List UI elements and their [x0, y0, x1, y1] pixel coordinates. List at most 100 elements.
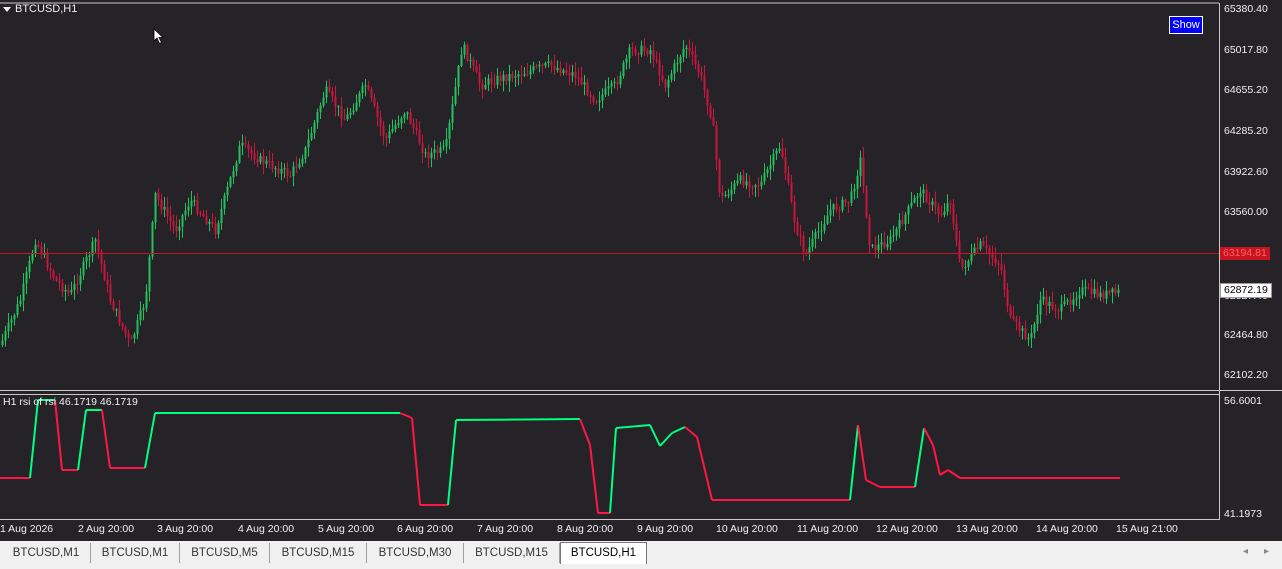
last-price-box: 62872.19 [1220, 283, 1272, 298]
price-tick: 64655.20 [1224, 84, 1268, 96]
candle-body [136, 320, 139, 335]
candle-body [484, 84, 487, 89]
candle-body [784, 157, 787, 173]
candle-body [871, 245, 874, 247]
candle-body [49, 267, 52, 272]
candle-body [154, 193, 157, 223]
candle-body [361, 85, 364, 93]
candle-body [139, 310, 142, 321]
candle-body [358, 92, 361, 103]
candle-body [865, 186, 868, 218]
candle-body [31, 253, 34, 261]
candle-body [310, 133, 313, 140]
candle-body [496, 75, 499, 85]
candle-body [376, 105, 379, 118]
candle-body [1072, 299, 1075, 305]
candle-body [412, 123, 415, 128]
symbol-label[interactable]: BTCUSD,H1 [3, 3, 77, 15]
candle-body [601, 94, 604, 101]
candle-body [652, 50, 655, 60]
candle-body [820, 230, 823, 232]
candle-body [568, 72, 571, 76]
candle-body [541, 64, 544, 66]
candle-body [355, 102, 358, 111]
tab-btcusd-m1[interactable]: BTCUSD,M1 [2, 543, 91, 563]
candle-body [223, 195, 226, 209]
candle-body [595, 101, 598, 103]
candle-body [28, 260, 31, 273]
candle-body [910, 202, 913, 207]
candle-body [406, 112, 409, 115]
candle-body [730, 189, 733, 195]
show-button[interactable]: Show [1169, 16, 1203, 34]
candle-body [388, 131, 391, 139]
candle-body [265, 160, 268, 164]
candle-body [262, 155, 265, 164]
candle-body [973, 247, 976, 254]
tab-btcusd-m5[interactable]: BTCUSD,M5 [180, 543, 270, 563]
candle-body [892, 235, 895, 237]
candle-body [268, 160, 271, 162]
candle-body [658, 59, 661, 76]
candle-body [352, 110, 355, 113]
time-tick: 15 Aug 21:00 [1116, 523, 1178, 535]
candle-body [664, 79, 667, 88]
candle-body [1027, 337, 1030, 340]
candle-body [523, 74, 526, 76]
candle-body [895, 228, 898, 236]
candle-body [238, 145, 241, 163]
candle-body [292, 166, 295, 177]
price-tick: 64285.20 [1224, 125, 1268, 137]
tab-btcusd-m15[interactable]: BTCUSD,M15 [270, 543, 367, 563]
candle-body [301, 158, 304, 164]
candle-body [280, 168, 283, 174]
candle-body [598, 100, 601, 103]
candle-body [874, 245, 877, 251]
candle-body [976, 247, 979, 249]
candle-body [259, 155, 262, 163]
candle-body [766, 169, 769, 174]
time-tick: 5 Aug 20:00 [318, 523, 375, 535]
tab-btcusd-m15[interactable]: BTCUSD,M15 [464, 543, 560, 563]
tab-btcusd-m1[interactable]: BTCUSD,M1 [91, 543, 180, 563]
candle-body [985, 244, 988, 248]
candle-body [250, 149, 253, 154]
tab-btcusd-h1[interactable]: BTCUSD,H1 [560, 542, 647, 564]
time-tick: 10 Aug 20:00 [716, 523, 778, 535]
triangle-down-icon[interactable] [3, 6, 11, 12]
candle-body [739, 175, 742, 181]
rsi-segment [923, 427, 934, 446]
candle-body [4, 331, 7, 341]
candle-body [1108, 290, 1111, 293]
candle-body [199, 213, 202, 215]
tab-btcusd-m30[interactable]: BTCUSD,M30 [367, 543, 464, 563]
candle-body [472, 60, 475, 66]
candle-body [802, 236, 805, 253]
candle-body [277, 168, 280, 174]
candle-body [850, 191, 853, 203]
candle-body [190, 200, 193, 207]
candle-body [814, 232, 817, 239]
candle-body [121, 323, 124, 327]
candle-body [1018, 322, 1021, 331]
candle-body [430, 152, 433, 159]
candle-body [565, 70, 568, 73]
candle-body [913, 197, 916, 203]
rsi-segment [947, 469, 961, 479]
candle-body [847, 202, 850, 204]
price-tick: 63922.60 [1224, 166, 1268, 178]
chevron-right-icon[interactable]: ▸ [1264, 546, 1269, 557]
price-chart[interactable] [0, 0, 1282, 541]
candle-body [295, 166, 298, 168]
candle-body [1033, 323, 1036, 333]
time-tick: 7 Aug 20:00 [477, 523, 534, 535]
candle-body [622, 62, 625, 76]
candle-body [373, 97, 376, 106]
chevron-left-icon[interactable]: ◂ [1243, 546, 1248, 557]
candle-body [109, 284, 112, 302]
candle-body [304, 147, 307, 159]
candle-body [979, 241, 982, 249]
candle-body [670, 73, 673, 80]
candle-body [346, 114, 349, 120]
candle-body [424, 152, 427, 154]
